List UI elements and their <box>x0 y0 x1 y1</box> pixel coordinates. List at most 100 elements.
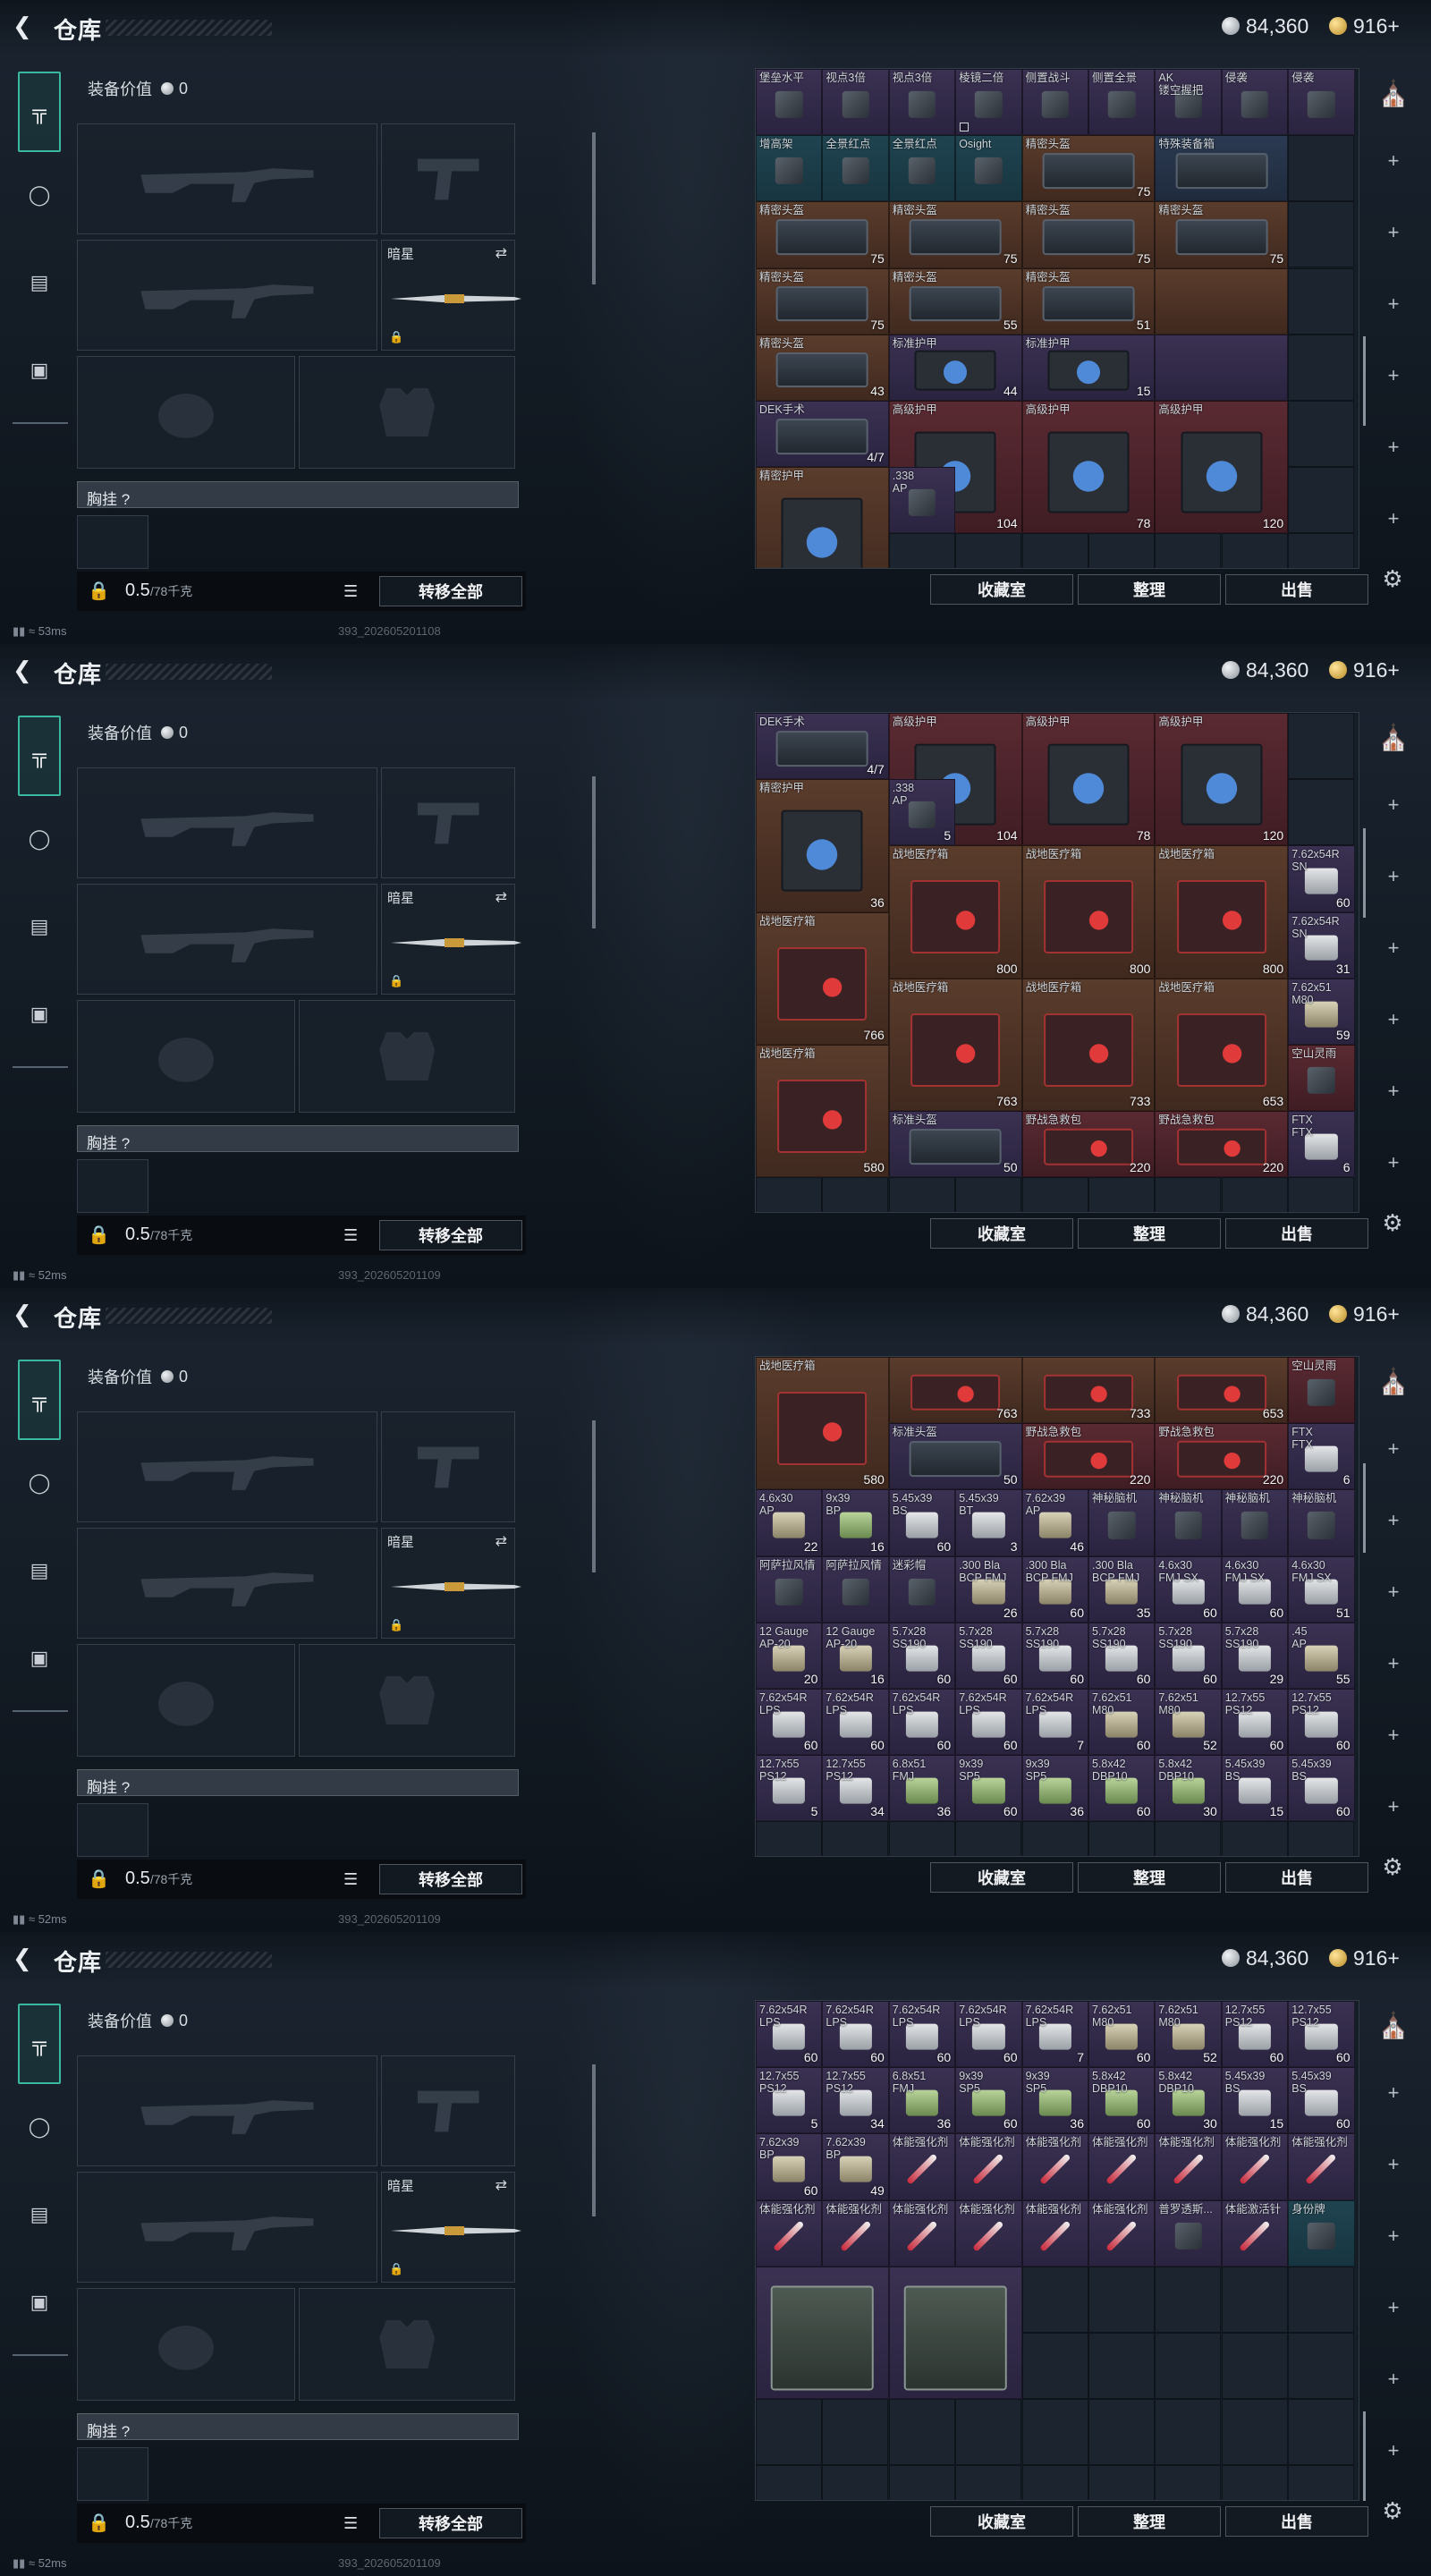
empty-slot[interactable] <box>1288 201 1355 268</box>
empty-slot[interactable] <box>1288 135 1355 202</box>
stash-item[interactable]: 体能强化剂 <box>888 2199 956 2267</box>
melee-slot[interactable]: 暗星 ⇄ 🔒 <box>381 240 521 351</box>
stash-item[interactable]: 7.62x54R LPS 60 <box>756 1689 823 1756</box>
empty-slot[interactable] <box>756 1177 822 1212</box>
pistol-slot[interactable] <box>381 123 515 234</box>
stash-item[interactable]: 标准头盔 50 <box>888 1111 1022 1178</box>
stash-item[interactable]: 7.62x39 BP 49 <box>822 2133 889 2200</box>
stash-item[interactable]: .300 Bla BCP FMJ 35 <box>1088 1555 1156 1623</box>
stash-item[interactable]: 653 <box>1155 1357 1289 1424</box>
stash-item[interactable]: 精密头盔 75 <box>1155 201 1289 268</box>
nav-weapon-icon[interactable]: ╦ <box>18 72 61 152</box>
armor-slot[interactable] <box>299 2288 515 2401</box>
add-stash-icon[interactable]: + <box>1377 2363 1410 2395</box>
empty-slot[interactable] <box>1088 533 1155 568</box>
primary-weapon-slot[interactable] <box>77 1411 377 1522</box>
stash-item[interactable]: 体能强化剂 <box>1088 2199 1156 2267</box>
empty-slot[interactable] <box>1155 533 1222 568</box>
pistol-slot[interactable] <box>381 2055 515 2166</box>
empty-slot[interactable] <box>955 533 1022 568</box>
stash-item[interactable]: 5.45x39 BS 15 <box>1221 2067 1289 2134</box>
stash-item[interactable]: 5.45x39 BS 60 <box>1288 2067 1355 2134</box>
empty-slot[interactable] <box>1288 267 1355 335</box>
gold-currency[interactable]: 916+ <box>1329 657 1400 683</box>
stash-item[interactable]: 7.62x54R LPS 7 <box>1021 2001 1088 2068</box>
gold-currency[interactable]: 916+ <box>1329 1301 1400 1327</box>
empty-slot[interactable] <box>1088 1177 1155 1212</box>
stash-item[interactable]: 7.62x54R LPS 60 <box>756 2001 823 2068</box>
empty-slot[interactable] <box>822 1177 889 1212</box>
stash-item[interactable]: 野战急救包 220 <box>1021 1111 1156 1178</box>
empty-slot[interactable] <box>1288 2465 1355 2500</box>
stash-item[interactable]: 7.62x51 M80 59 <box>1288 978 1355 1045</box>
stash-item[interactable]: 战地医疗箱 800 <box>888 845 1022 979</box>
list-icon[interactable]: ☰ <box>343 1870 358 1889</box>
empty-slot[interactable] <box>1288 713 1355 779</box>
stash-item[interactable] <box>1155 267 1289 335</box>
nav-helmet-icon[interactable]: ◯ <box>18 1462 61 1504</box>
gear-icon[interactable]: ⚙ <box>1379 1853 1406 1880</box>
empty-slot[interactable] <box>888 1821 955 1856</box>
add-stash-icon[interactable]: + <box>1377 360 1410 392</box>
armor-slot[interactable] <box>299 356 515 469</box>
stash-item[interactable]: 全景红点 <box>822 135 889 202</box>
empty-slot[interactable] <box>1288 779 1355 846</box>
add-stash-icon[interactable]: + <box>1377 2220 1410 2252</box>
stash-item[interactable] <box>888 2266 1022 2400</box>
sell-button[interactable]: 出售 <box>1225 2506 1368 2537</box>
stash-item[interactable]: 5.45x39 BS 15 <box>1221 1755 1289 1822</box>
primary-weapon-slot[interactable] <box>77 2055 377 2166</box>
stash-item[interactable]: 战地医疗箱 766 <box>756 911 889 1045</box>
stash-item[interactable]: 体能激活针 <box>1221 2199 1289 2267</box>
chest-rig-header[interactable]: 胸挂 ? <box>77 1769 519 1796</box>
empty-slot[interactable] <box>955 2465 1022 2500</box>
empty-slot[interactable] <box>1288 1177 1355 1212</box>
stash-item[interactable]: 高级护甲 78 <box>1021 713 1156 846</box>
stash-item[interactable]: 733 <box>1021 1357 1156 1424</box>
stash-item[interactable]: 12.7x55 PS12 60 <box>1221 2001 1289 2068</box>
swap-icon[interactable]: ⇄ <box>495 888 507 906</box>
stash-item[interactable]: 精密头盔 55 <box>888 267 1022 335</box>
add-stash-icon[interactable]: + <box>1377 2292 1410 2324</box>
stash-item[interactable]: 体能强化剂 <box>1288 2133 1355 2200</box>
empty-slot[interactable] <box>1221 2266 1288 2333</box>
collection-button[interactable]: 收藏室 <box>930 1862 1073 1893</box>
empty-slot[interactable] <box>1088 2399 1155 2466</box>
empty-slot[interactable] <box>1088 2333 1155 2399</box>
stash-item[interactable]: 迷彩帽 <box>888 1555 956 1623</box>
pistol-slot[interactable] <box>381 1411 515 1522</box>
stash-icon[interactable]: ⛪ <box>1377 1365 1410 1397</box>
empty-slot[interactable] <box>1088 2266 1155 2333</box>
stash-item[interactable]: 6.8x51 FMJ 36 <box>888 1755 956 1822</box>
primary-weapon-slot[interactable] <box>77 767 377 878</box>
stash-item[interactable]: 体能强化剂 <box>1021 2199 1088 2267</box>
stash-item[interactable]: 5.8x42 DBP10 60 <box>1088 1755 1156 1822</box>
helmet-slot[interactable] <box>77 2288 295 2401</box>
list-icon[interactable]: ☰ <box>343 582 358 601</box>
stash-item[interactable]: 4.6x30 AP 22 <box>756 1489 823 1556</box>
stash-item[interactable] <box>756 2266 889 2400</box>
collection-button[interactable]: 收藏室 <box>930 2506 1073 2537</box>
empty-slot[interactable] <box>1288 1821 1355 1856</box>
stash-item[interactable] <box>1155 334 1289 401</box>
stash-item[interactable]: 阿萨拉风情 <box>756 1555 823 1623</box>
stash-item[interactable]: 9x39 SP5 60 <box>955 2067 1022 2134</box>
nav-clipboard-icon[interactable]: ▤ <box>18 2193 61 2236</box>
empty-slot[interactable] <box>1021 2333 1088 2399</box>
stash-item[interactable]: 体能强化剂 <box>1021 2133 1088 2200</box>
sell-button[interactable]: 出售 <box>1225 574 1368 605</box>
stash-item[interactable]: 5.8x42 DBP10 30 <box>1155 2067 1222 2134</box>
nav-clipboard-icon[interactable]: ▤ <box>18 1549 61 1592</box>
add-stash-icon[interactable]: + <box>1377 503 1410 535</box>
nav-case-icon[interactable]: ▣ <box>18 1637 61 1680</box>
melee-slot[interactable]: 暗星 ⇄ 🔒 <box>381 1528 521 1639</box>
stash-item[interactable]: 5.8x42 DBP10 30 <box>1155 1755 1222 1822</box>
nav-case-icon[interactable]: ▣ <box>18 349 61 392</box>
secondary-weapon-slot[interactable] <box>77 240 377 351</box>
gold-currency[interactable]: 916+ <box>1329 13 1400 39</box>
add-stash-icon[interactable]: + <box>1377 431 1410 463</box>
sort-button[interactable]: 整理 <box>1078 574 1221 605</box>
empty-slot[interactable] <box>822 2465 889 2500</box>
stash-item[interactable]: 战地医疗箱 653 <box>1155 978 1289 1112</box>
empty-slot[interactable] <box>888 2465 955 2500</box>
